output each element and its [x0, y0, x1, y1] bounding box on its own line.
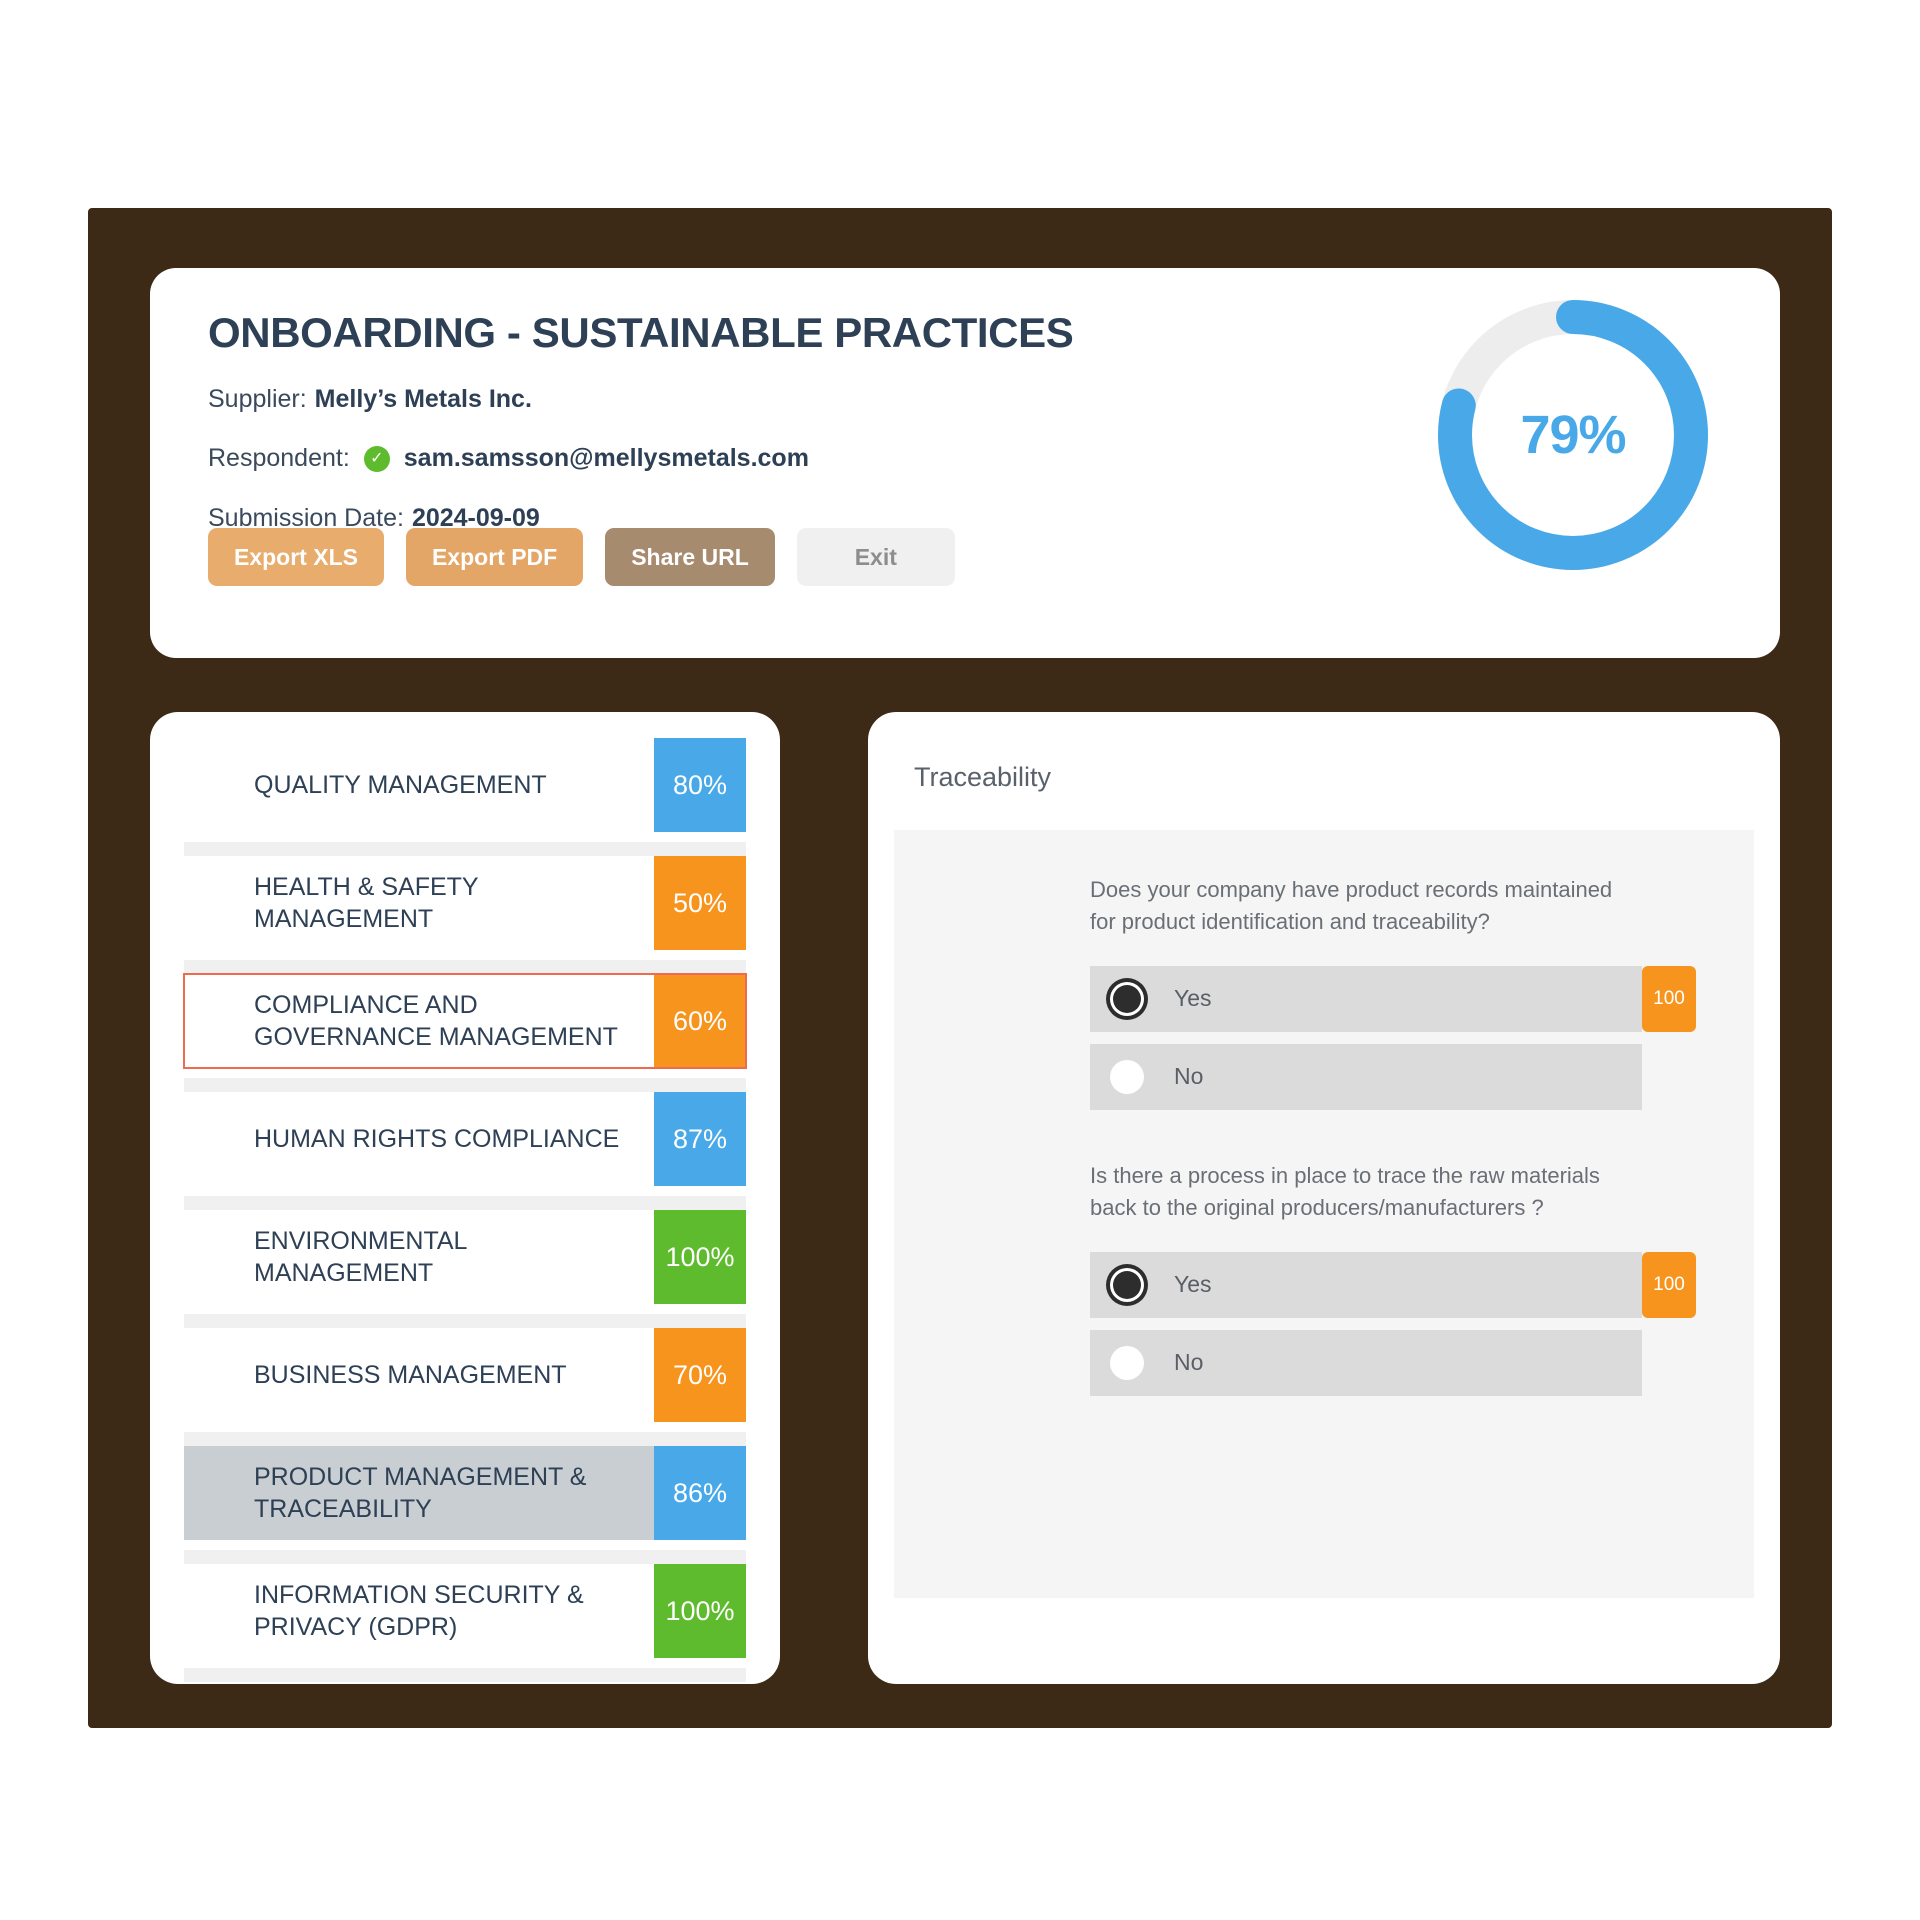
- export-pdf-button[interactable]: Export PDF: [405, 528, 584, 586]
- table-row[interactable]: ENVIRONMENTAL MANAGEMENT 100%: [184, 1210, 746, 1304]
- header-info: ONBOARDING - SUSTAINABLE PRACTICES Suppl…: [208, 309, 1188, 534]
- answer-option-label: No: [1174, 1063, 1204, 1090]
- respondent-email: sam.samsson@mellysmetals.com: [403, 444, 809, 473]
- category-label: COMPLIANCE AND GOVERNANCE MANAGEMENT: [254, 990, 618, 1052]
- category-label: HUMAN RIGHTS COMPLIANCE: [254, 1124, 620, 1153]
- answer-option-row[interactable]: Yes 100: [1090, 965, 1696, 1032]
- answer-option-row[interactable]: No: [1090, 1043, 1642, 1110]
- answer-options: Yes 100 No: [1090, 965, 1696, 1110]
- respondent-row: Respondent: ✓ sam.samsson@mellysmetals.c…: [208, 443, 1188, 474]
- row-divider: [184, 1668, 746, 1682]
- category-list-card: QUALITY MANAGEMENT 80% HEALTH & SAFETY MAN…: [150, 712, 780, 1684]
- category-score-badge: 86%: [654, 1446, 746, 1540]
- question-text: Is there a process in place to trace the…: [1090, 1163, 1600, 1220]
- answer-option-label: Yes: [1174, 1271, 1212, 1298]
- completion-gauge: 79%: [1428, 290, 1718, 580]
- questions-container: Does your company have product records m…: [894, 830, 1754, 1598]
- supplier-label: Supplier:: [208, 385, 307, 414]
- action-button-row: Export XLS Export PDF Share URL Exit: [208, 528, 955, 586]
- category-label: BUSINESS MANAGEMENT: [254, 1360, 567, 1389]
- screenshot-root: ONBOARDING - SUSTAINABLE PRACTICES Suppl…: [0, 0, 1920, 1920]
- gauge-percent-label: 79%: [1520, 405, 1626, 465]
- category-score-badge: 100%: [654, 1210, 746, 1304]
- radio-unselected-icon[interactable]: [1110, 1345, 1144, 1380]
- category-label: HEALTH & SAFETY MANAGEMENT: [254, 872, 479, 934]
- answer-option-label: No: [1174, 1349, 1204, 1376]
- category-label: ENVIRONMENTAL MANAGEMENT: [254, 1226, 467, 1288]
- category-score-badge: 50%: [654, 856, 746, 950]
- category-label: PRODUCT MANAGEMENT & TRACEABILITY: [254, 1462, 587, 1524]
- table-row[interactable]: HUMAN RIGHTS COMPLIANCE 87%: [184, 1092, 746, 1186]
- radio-selected-icon[interactable]: [1110, 1267, 1144, 1302]
- respondent-label: Respondent:: [208, 444, 350, 473]
- category-score-badge: 70%: [654, 1328, 746, 1422]
- radio-unselected-icon[interactable]: [1110, 1059, 1144, 1094]
- answer-option-row[interactable]: Yes 100: [1090, 1251, 1696, 1318]
- category-label: INFORMATION SECURITY & PRIVACY (GDPR): [254, 1580, 584, 1642]
- row-divider: [184, 1196, 746, 1210]
- answer-score-badge: 100: [1642, 1251, 1696, 1318]
- answer-option-label: Yes: [1174, 985, 1212, 1012]
- answer-option-row[interactable]: No: [1090, 1329, 1642, 1396]
- question-block: Is there a process in place to trace the…: [1090, 1160, 1696, 1408]
- section-title: Traceability: [914, 762, 1052, 792]
- row-divider: [184, 1432, 746, 1446]
- category-score-badge: 60%: [654, 974, 746, 1068]
- exit-button[interactable]: Exit: [796, 528, 955, 586]
- question-block: Does your company have product records m…: [1090, 874, 1696, 1122]
- supplier-value: Melly’s Metals Inc.: [314, 385, 532, 414]
- answer-score-badge: 100: [1642, 965, 1696, 1032]
- category-list: QUALITY MANAGEMENT 80% HEALTH & SAFETY MAN…: [183, 738, 747, 1682]
- row-divider: [184, 960, 746, 974]
- category-score-badge: 87%: [654, 1092, 746, 1186]
- row-divider: [184, 842, 746, 856]
- answer-options: Yes 100 No: [1090, 1251, 1696, 1396]
- table-row[interactable]: QUALITY MANAGEMENT 80%: [184, 738, 746, 832]
- row-divider: [184, 1078, 746, 1092]
- category-score-badge: 80%: [654, 738, 746, 832]
- table-row[interactable]: COMPLIANCE AND GOVERNANCE MANAGEMENT 60%: [183, 973, 747, 1069]
- export-xls-button[interactable]: Export XLS: [208, 528, 384, 586]
- table-row[interactable]: PRODUCT MANAGEMENT & TRACEABILITY 86%: [184, 1446, 746, 1540]
- question-detail-card: Traceability Does your company have prod…: [868, 712, 1780, 1684]
- question-text: Does your company have product records m…: [1090, 877, 1613, 934]
- supplier-row: Supplier: Melly’s Metals Inc.: [208, 384, 1188, 415]
- table-row[interactable]: INFORMATION SECURITY & PRIVACY (GDPR) 100…: [184, 1564, 746, 1658]
- category-score-badge: 100%: [654, 1564, 746, 1658]
- share-url-button[interactable]: Share URL: [605, 528, 775, 586]
- page-title: ONBOARDING - SUSTAINABLE PRACTICES: [208, 309, 1074, 356]
- table-row[interactable]: HEALTH & SAFETY MANAGEMENT 50%: [184, 856, 746, 950]
- table-row[interactable]: BUSINESS MANAGEMENT 70%: [184, 1328, 746, 1422]
- radio-selected-icon[interactable]: [1110, 981, 1144, 1016]
- header-card: ONBOARDING - SUSTAINABLE PRACTICES Suppl…: [150, 268, 1780, 658]
- category-label: QUALITY MANAGEMENT: [254, 770, 547, 799]
- row-divider: [184, 1314, 746, 1328]
- row-divider: [184, 1550, 746, 1564]
- verified-check-icon: ✓: [363, 446, 390, 473]
